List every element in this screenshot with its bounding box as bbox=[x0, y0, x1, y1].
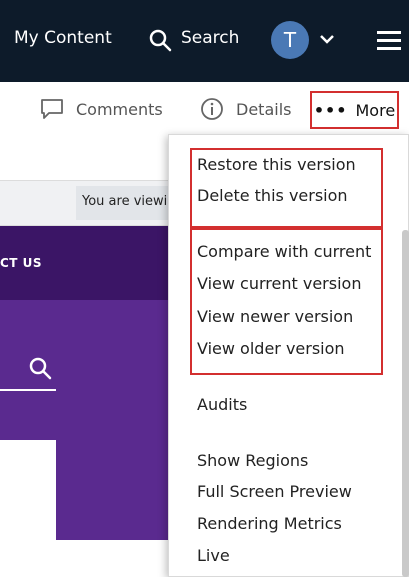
contact-us-link[interactable]: CT US bbox=[0, 256, 42, 270]
my-content-link[interactable]: My Content bbox=[14, 28, 112, 48]
menu-item-compare-current[interactable]: Compare with current bbox=[197, 242, 371, 261]
menu-scrollbar[interactable] bbox=[402, 230, 409, 577]
more-button[interactable]: ••• More bbox=[310, 91, 399, 129]
info-icon bbox=[201, 98, 223, 120]
hamburger-menu-icon[interactable] bbox=[377, 30, 401, 50]
avatar[interactable]: T bbox=[271, 21, 309, 59]
more-dots-icon: ••• bbox=[313, 100, 348, 120]
menu-item-show-regions[interactable]: Show Regions bbox=[197, 451, 308, 470]
menu-item-delete-version[interactable]: Delete this version bbox=[197, 186, 348, 205]
details-button[interactable]: Details bbox=[200, 82, 291, 136]
menu-item-restore-version[interactable]: Restore this version bbox=[197, 155, 356, 174]
menu-item-view-newer[interactable]: View newer version bbox=[197, 307, 353, 326]
details-label: Details bbox=[236, 99, 292, 119]
menu-item-view-current[interactable]: View current version bbox=[197, 274, 361, 293]
search-link[interactable]: Search bbox=[181, 28, 239, 48]
comments-button[interactable]: Comments bbox=[40, 82, 163, 136]
menu-item-full-screen-preview[interactable]: Full Screen Preview bbox=[197, 482, 352, 501]
content-panel-preview bbox=[0, 440, 56, 540]
chevron-down-icon[interactable] bbox=[319, 32, 335, 46]
document-toolbar: Comments Details ••• More bbox=[0, 82, 409, 136]
comments-label: Comments bbox=[76, 99, 163, 119]
search-underline bbox=[0, 389, 56, 391]
menu-item-audits[interactable]: Audits bbox=[197, 395, 247, 414]
menu-item-rendering-metrics[interactable]: Rendering Metrics bbox=[197, 514, 342, 533]
more-label: More bbox=[355, 100, 396, 120]
search-icon[interactable] bbox=[148, 28, 172, 52]
menu-item-view-older[interactable]: View older version bbox=[197, 339, 345, 358]
comment-icon bbox=[41, 99, 63, 119]
menu-item-live[interactable]: Live bbox=[197, 546, 230, 565]
top-nav: My Content Search T bbox=[0, 0, 409, 82]
search-icon[interactable] bbox=[28, 356, 52, 380]
